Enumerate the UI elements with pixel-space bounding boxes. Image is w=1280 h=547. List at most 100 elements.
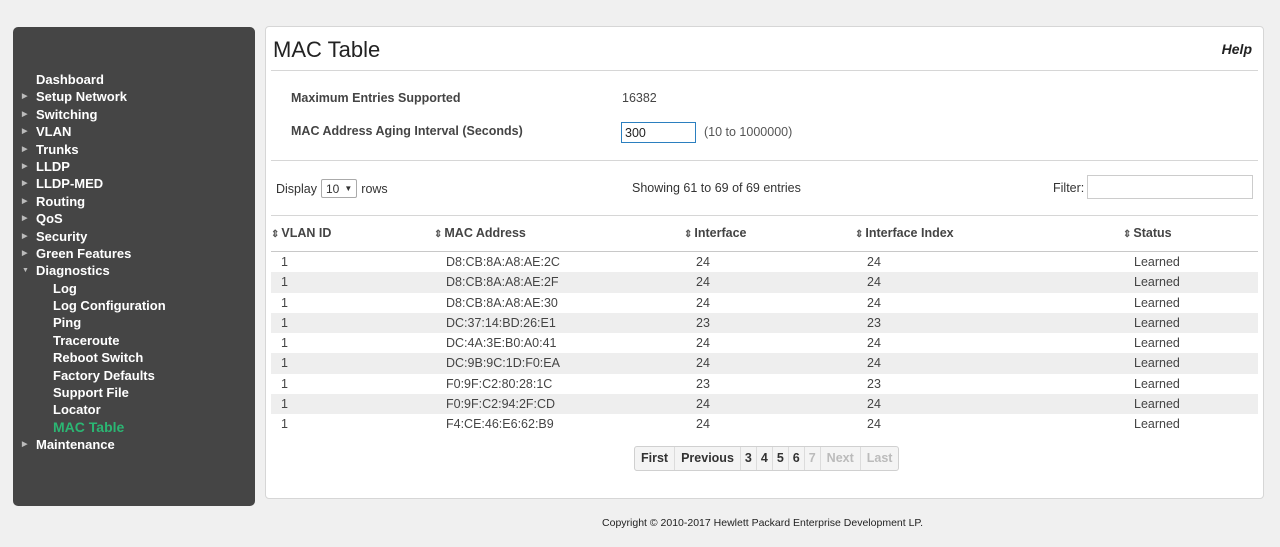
sidebar-item-lldp-med[interactable]: ▶ LLDP-MED — [13, 175, 255, 192]
column-header-label: MAC Address — [444, 226, 526, 240]
interface-index-cell: 24 — [867, 275, 881, 290]
sidebar-item-label: Log Configuration — [53, 298, 166, 314]
rows-per-page-value: 10 — [326, 181, 340, 196]
aging-interval-input[interactable] — [621, 122, 696, 143]
sidebar-item-mac-table[interactable]: MAC Table — [13, 419, 255, 436]
vlan-id-cell: 1 — [281, 356, 288, 371]
sidebar-item-label: LLDP-MED — [36, 176, 104, 192]
column-header-interface-index[interactable]: ⇕ Interface Index — [855, 226, 954, 240]
sidebar-item-lldp[interactable]: ▶ LLDP — [13, 158, 255, 175]
help-link[interactable]: Help — [1222, 41, 1252, 57]
sidebar-item-locator[interactable]: Locator — [13, 401, 255, 418]
sidebar-item-security[interactable]: ▶ Security — [13, 228, 255, 245]
mac-address-cell: D8:CB:8A:A8:AE:30 — [446, 295, 558, 310]
column-header-vlan-id[interactable]: ⇕ VLAN ID — [271, 226, 331, 240]
interface-index-cell: 24 — [867, 295, 881, 310]
sidebar-item-switching[interactable]: ▶ Switching — [13, 106, 255, 123]
mac-address-cell: DC:4A:3E:B0:A0:41 — [446, 336, 557, 351]
sidebar-item-label: Switching — [36, 106, 98, 122]
column-header-mac-address[interactable]: ⇕ MAC Address — [434, 226, 526, 240]
page-7-button: 7 — [805, 447, 821, 470]
vlan-id-cell: 1 — [281, 275, 288, 290]
sidebar-item-routing[interactable]: ▶ Routing — [13, 193, 255, 210]
column-header-status[interactable]: ⇕ Status — [1123, 226, 1172, 240]
sidebar-item-label: Ping — [53, 315, 82, 331]
sidebar-item-label: Diagnostics — [36, 263, 110, 279]
sidebar-item-label: Dashboard — [36, 72, 104, 87]
sidebar-item-dashboard[interactable]: Dashboard — [13, 71, 255, 88]
table-row: 1 D8:CB:8A:A8:AE:2C 24 24 Learned — [271, 252, 1258, 272]
copyright-footer: Copyright © 2010-2017 Hewlett Packard En… — [602, 517, 923, 529]
display-rows-control: Display 10 ▼ rows — [276, 179, 388, 198]
vlan-id-cell: 1 — [281, 295, 288, 310]
sidebar-item-log-configuration[interactable]: Log Configuration — [13, 297, 255, 314]
sidebar-item-support-file[interactable]: Support File — [13, 384, 255, 401]
caret-right-icon: ▶ — [22, 128, 28, 136]
sidebar-item-label: Setup Network — [36, 89, 128, 105]
caret-down-icon: ▼ — [344, 184, 353, 193]
status-cell: Learned — [1134, 295, 1180, 310]
column-header-label: Interface — [694, 226, 747, 240]
sidebar-item-ping[interactable]: Ping — [13, 314, 255, 331]
vlan-id-cell: 1 — [281, 397, 288, 412]
mac-address-cell: F0:9F:C2:80:28:1C — [446, 376, 553, 391]
status-cell: Learned — [1134, 255, 1180, 269]
table-row: 1 F0:9F:C2:94:2F:CD 24 24 Learned — [271, 394, 1258, 415]
caret-right-icon: ▶ — [22, 93, 28, 101]
sort-icon: ⇕ — [434, 229, 443, 240]
sidebar-item-label: Routing — [36, 193, 86, 209]
sidebar-item-label: Green Features — [36, 245, 132, 261]
main-panel: MAC Table Help Maximum Entries Supported… — [265, 26, 1264, 499]
caret-right-icon: ▶ — [22, 215, 28, 223]
previous-page-button[interactable]: Previous — [675, 447, 741, 470]
caret-right-icon: ▶ — [22, 180, 28, 188]
table-row: 1 DC:4A:3E:B0:A0:41 24 24 Learned — [271, 333, 1258, 353]
sidebar-item-setup-network[interactable]: ▶ Setup Network — [13, 88, 255, 105]
filter-input[interactable] — [1087, 175, 1253, 199]
sort-icon: ⇕ — [271, 229, 280, 240]
caret-down-icon: ▼ — [22, 267, 29, 275]
interface-cell: 24 — [696, 356, 710, 371]
interface-cell: 23 — [696, 315, 710, 330]
sidebar-item-factory-defaults[interactable]: Factory Defaults — [13, 367, 255, 384]
rows-per-page-select[interactable]: 10 ▼ — [321, 179, 358, 198]
table-row: 1 D8:CB:8A:A8:AE:30 24 24 Learned — [271, 293, 1258, 313]
filter-label: Filter: — [1053, 181, 1085, 195]
sidebar-item-traceroute[interactable]: Traceroute — [13, 332, 255, 349]
sidebar-item-label: Log — [53, 280, 77, 296]
column-header-label: VLAN ID — [281, 226, 332, 240]
status-cell: Learned — [1134, 315, 1180, 330]
page-4-button[interactable]: 4 — [757, 447, 773, 470]
sidebar-item-qos[interactable]: ▶ QoS — [13, 210, 255, 227]
sidebar-item-log[interactable]: Log — [13, 280, 255, 297]
page-5-button[interactable]: 5 — [773, 447, 789, 470]
aging-range-hint: (10 to 1000000) — [704, 125, 793, 139]
caret-right-icon: ▶ — [22, 232, 28, 240]
interface-index-cell: 24 — [867, 336, 881, 351]
sidebar-item-label: Locator — [53, 402, 101, 418]
sidebar-item-reboot-switch[interactable]: Reboot Switch — [13, 349, 255, 366]
interface-index-cell: 24 — [867, 417, 881, 432]
page-3-button[interactable]: 3 — [741, 447, 757, 470]
caret-right-icon: ▶ — [22, 162, 28, 170]
sidebar-item-vlan[interactable]: ▶ VLAN — [13, 123, 255, 140]
sidebar-item-diagnostics[interactable]: ▼ Diagnostics — [13, 262, 255, 279]
sidebar-item-green-features[interactable]: ▶ Green Features — [13, 245, 255, 262]
table-row: 1 F0:9F:C2:80:28:1C 23 23 Learned — [271, 374, 1258, 394]
column-header-interface[interactable]: ⇕ Interface — [684, 226, 747, 240]
interface-cell: 24 — [696, 336, 710, 351]
interface-cell: 24 — [696, 397, 710, 412]
sidebar-item-maintenance[interactable]: ▶ Maintenance — [13, 436, 255, 453]
first-page-button[interactable]: First — [635, 447, 676, 470]
sidebar-item-label: Trunks — [36, 141, 79, 157]
table-row: 1 DC:37:14:BD:26:E1 23 23 Learned — [271, 312, 1258, 334]
table-body: 1 D8:CB:8A:A8:AE:2C 24 24 Learned 1 D8:CB:8A:A… — [271, 252, 1258, 435]
sidebar-item-label: QoS — [36, 211, 63, 227]
status-cell: Learned — [1134, 356, 1180, 371]
sidebar-item-label: LLDP — [36, 158, 70, 174]
interface-index-cell: 24 — [867, 255, 881, 269]
interface-index-cell: 24 — [867, 397, 881, 412]
sidebar-item-trunks[interactable]: ▶ Trunks — [13, 141, 255, 158]
divider — [271, 70, 1258, 71]
page-6-button[interactable]: 6 — [789, 447, 805, 470]
